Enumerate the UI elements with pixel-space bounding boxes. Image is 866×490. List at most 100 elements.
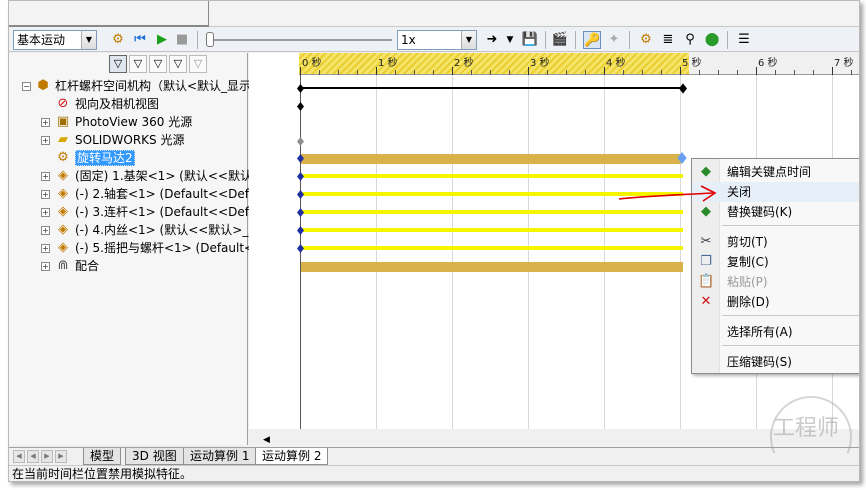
collapse-icon[interactable]: −: [22, 82, 31, 91]
menu-item-compress-key[interactable]: 压缩键码(S): [692, 352, 859, 372]
tab-motion-study-2[interactable]: 运动算例 2: [255, 448, 329, 465]
component-timeline-bar[interactable]: [301, 174, 683, 178]
tree-item[interactable]: ⊘ 视向及相机视图: [9, 95, 248, 113]
key-diamond[interactable]: [297, 172, 304, 181]
tree-item-label: 配合: [75, 259, 100, 273]
expand-icon[interactable]: +: [41, 244, 50, 253]
key-diamond-selected[interactable]: [677, 152, 687, 164]
playback-mode-icon[interactable]: ➜: [483, 31, 501, 49]
key-diamond[interactable]: [297, 84, 304, 93]
tab-motion-study-1[interactable]: 运动算例 1: [183, 448, 257, 465]
tree-item-label: PhotoView 360 光源: [75, 115, 193, 129]
key-diamond[interactable]: [679, 83, 687, 94]
menu-item-select-all[interactable]: 选择所有(A): [692, 322, 859, 342]
component-timeline-bar[interactable]: [301, 246, 683, 250]
filter-selected-icon[interactable]: ▽: [149, 55, 167, 73]
filter-driving-icon[interactable]: ▽: [129, 55, 147, 73]
scroll-left-icon[interactable]: ◀: [263, 435, 270, 445]
play-icon[interactable]: ▶: [153, 31, 171, 49]
ruler-label: 4 秒: [606, 58, 626, 69]
ruler-label: 2 秒: [454, 58, 474, 69]
add-key-icon[interactable]: ✦: [605, 31, 623, 49]
tree-item-label: (-) 2.轴套<1> (Default<<Defa: [75, 187, 257, 201]
chevron-down-icon[interactable]: ▼: [81, 31, 96, 49]
menu-separator: [722, 345, 859, 346]
menu-item-cut[interactable]: ✂ 剪切(T): [692, 232, 859, 252]
key-diamond[interactable]: [297, 226, 304, 235]
expand-icon[interactable]: +: [41, 226, 50, 235]
tab-3d-view[interactable]: 3D 视图: [125, 448, 184, 465]
save-animation-icon[interactable]: 💾: [521, 31, 539, 49]
tree-item[interactable]: + ◈ (固定) 1.基架<1> (默认<<默认: [9, 167, 252, 185]
next-tab-icon[interactable]: ▶: [41, 450, 53, 463]
status-bar: 在当前时间栏位置禁用模拟特征。: [9, 465, 859, 481]
playback-slider-track[interactable]: [212, 39, 392, 41]
key-diamond[interactable]: [297, 208, 304, 217]
autokey-icon[interactable]: 🔑: [583, 31, 601, 49]
filter-results-icon[interactable]: ▽: [169, 55, 187, 73]
filter-all-icon[interactable]: ▽: [189, 55, 207, 73]
key-diamond[interactable]: [297, 102, 304, 111]
key-diamond[interactable]: [297, 190, 304, 199]
last-tab-icon[interactable]: ▶: [55, 450, 67, 463]
tree-item[interactable]: + ▣ PhotoView 360 光源: [9, 113, 248, 131]
part-icon: ◈: [58, 240, 68, 255]
tree-root[interactable]: − ⬢ 杠杆螺杆空间机构（默认<默认_显示: [9, 77, 251, 95]
component-timeline-bar[interactable]: [301, 210, 683, 214]
tree-item[interactable]: + ▰ SOLIDWORKS 光源: [9, 131, 248, 149]
ruler-major-tick: [832, 67, 833, 75]
gravity-icon[interactable]: ⬤: [703, 31, 721, 49]
study-type-combo[interactable]: 基本运动 ▼: [13, 30, 97, 50]
folder-light-icon: ▰: [58, 132, 68, 147]
grid-line: [376, 75, 377, 429]
play-from-start-icon[interactable]: ⏮: [131, 31, 149, 49]
first-tab-icon[interactable]: ◀: [13, 450, 25, 463]
chevron-down-icon[interactable]: ▼: [461, 31, 476, 49]
tree-item-label: 视向及相机视图: [75, 97, 160, 111]
ruler-minor-tick: [851, 70, 852, 75]
playback-mode-dropdown-icon[interactable]: ▼: [501, 31, 519, 49]
tree-item-selected[interactable]: ⚙ 旋转马达2: [9, 149, 248, 167]
tree-item[interactable]: + ◈ (-) 4.内丝<1> (默认<<默认>_显: [9, 221, 260, 239]
playback-slider-thumb[interactable]: [206, 32, 214, 47]
photoview-light-icon: ▣: [56, 114, 70, 129]
tree-item[interactable]: + ◈ (-) 2.轴套<1> (Default<<Defa: [9, 185, 256, 203]
tree-item[interactable]: + ◈ (-) 5.摇把与螺杆<1> (Default<: [9, 239, 254, 257]
menu-item-copy[interactable]: ❐ 复制(C): [692, 252, 859, 272]
tab-model[interactable]: 模型: [83, 448, 122, 465]
calculate-icon[interactable]: ⚙: [109, 31, 127, 49]
stop-icon[interactable]: ■: [173, 31, 191, 49]
ruler-minor-tick: [623, 70, 624, 75]
motor-timeline-bar[interactable]: [301, 154, 681, 164]
menu-item-delete[interactable]: ✕ 删除(D): [692, 292, 859, 312]
prev-tab-icon[interactable]: ◀: [27, 450, 39, 463]
spring-icon[interactable]: ≣: [659, 31, 677, 49]
filter-animated-icon[interactable]: ▽: [109, 55, 127, 73]
tree-item[interactable]: + ◈ (-) 3.连杆<1> (Default<<Defa: [9, 203, 256, 221]
component-timeline-bar[interactable]: [301, 228, 683, 232]
expand-icon[interactable]: +: [41, 262, 50, 271]
expand-icon[interactable]: +: [41, 118, 50, 127]
ruler-label: 5 秒: [682, 58, 702, 69]
menu-item-edit-key-time[interactable]: ◆ 编辑关键点时间: [692, 162, 859, 182]
speed-combo[interactable]: 1x ▼: [397, 30, 477, 50]
expand-icon[interactable]: +: [41, 190, 50, 199]
animation-wizard-icon[interactable]: 🎬: [551, 31, 569, 49]
menu-item-paste[interactable]: 📋 粘贴(P): [692, 272, 859, 292]
damper-icon[interactable]: ⚲: [681, 31, 699, 49]
motor-icon[interactable]: ⚙: [637, 31, 655, 49]
results-plots-icon[interactable]: ☰: [735, 31, 753, 49]
mates-timeline-bar[interactable]: [301, 262, 683, 272]
key-diamond[interactable]: [297, 137, 304, 146]
ruler-minor-tick: [490, 70, 491, 75]
expand-icon[interactable]: +: [41, 172, 50, 181]
tree-item[interactable]: + ⋒ 配合: [9, 257, 248, 275]
key-diamond[interactable]: [297, 244, 304, 253]
ruler-minor-tick: [566, 70, 567, 75]
assembly-key-line: [301, 87, 683, 89]
expand-icon[interactable]: +: [41, 208, 50, 217]
expand-icon[interactable]: +: [41, 136, 50, 145]
key-diamond[interactable]: [297, 154, 304, 163]
rotary-motor-icon: ⚙: [57, 150, 69, 165]
grid-line: [680, 75, 681, 429]
